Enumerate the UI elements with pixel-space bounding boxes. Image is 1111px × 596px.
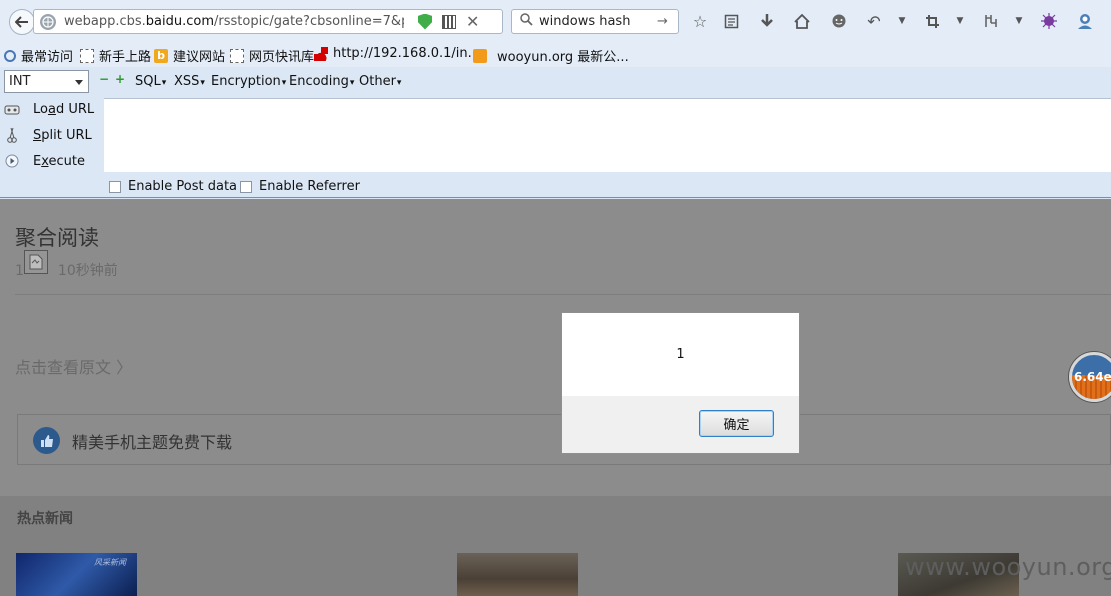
alert-body: 1 bbox=[562, 313, 799, 396]
chevron-down-icon[interactable]: ▼ bbox=[892, 11, 912, 31]
execute-button[interactable]: Execute bbox=[4, 150, 85, 172]
crop-icon[interactable] bbox=[922, 11, 942, 31]
chevron-right-icon: 〉 bbox=[116, 358, 133, 377]
home-icon[interactable] bbox=[792, 11, 812, 31]
alert-dialog: 1 确定 bbox=[561, 312, 800, 454]
back-button[interactable] bbox=[9, 9, 35, 35]
bookmark-web-slice[interactable]: 网页快讯库 bbox=[230, 46, 314, 65]
user-icon[interactable] bbox=[1075, 11, 1095, 31]
bookmark-suggested-sites[interactable]: b 建议网站 bbox=[154, 46, 225, 65]
url-textarea[interactable] bbox=[104, 98, 1111, 172]
star-icon[interactable]: ☆ bbox=[690, 11, 710, 31]
broken-image-icon bbox=[24, 250, 48, 274]
ok-button[interactable]: 确定 bbox=[699, 410, 774, 437]
undo-icon[interactable]: ↶ bbox=[864, 11, 884, 31]
bookmark-label: http://192.168.0.1/in... bbox=[333, 46, 481, 61]
bookmark-label: 新手上路 bbox=[99, 50, 152, 65]
enable-post-checkbox[interactable]: Enable Post data bbox=[109, 179, 237, 194]
chevron-down-icon[interactable]: ▼ bbox=[1009, 11, 1029, 31]
page-title: 聚合阅读 bbox=[15, 226, 99, 250]
chevron-down-icon bbox=[75, 80, 83, 85]
url-path: /rsstopic/gate?cbsonline=7&p=t&l bbox=[214, 14, 404, 29]
alert-message: 1 bbox=[676, 347, 685, 362]
virus-icon[interactable] bbox=[1039, 11, 1059, 31]
plus-icon[interactable]: + bbox=[115, 73, 125, 85]
bookmark-label: 建议网站 bbox=[173, 50, 226, 65]
bookmark-getting-started[interactable]: 新手上路 bbox=[80, 46, 151, 65]
hackbar-panel: INT − + SQL XSS Encryption Encoding Othe… bbox=[0, 67, 1111, 198]
url-prefix: webapp.cbs. bbox=[64, 14, 146, 29]
navigation-toolbar: webapp.cbs.baidu.com/rsstopic/gate?cbson… bbox=[0, 0, 1111, 42]
download-icon[interactable] bbox=[757, 11, 777, 31]
search-input[interactable]: windows hash bbox=[539, 14, 657, 29]
section-title: 热点新闻 bbox=[17, 511, 73, 527]
minus-icon[interactable]: − bbox=[99, 73, 109, 85]
enable-referrer-checkbox[interactable]: Enable Referrer bbox=[240, 179, 360, 194]
search-go-icon[interactable]: → bbox=[657, 14, 668, 29]
view-original-link[interactable]: 点击查看原文 〉 bbox=[15, 354, 132, 378]
bookmark-label: 网页快讯库 bbox=[249, 50, 315, 65]
news-thumbnail[interactable]: 风采新闻 bbox=[16, 553, 137, 596]
gear-icon bbox=[4, 49, 16, 62]
enable-post-label: Enable Post data bbox=[128, 179, 238, 194]
split-url-label: Split URL bbox=[33, 127, 92, 143]
back-arrow-icon bbox=[15, 16, 28, 28]
view-original-label: 点击查看原文 bbox=[15, 358, 112, 377]
url-bar[interactable]: webapp.cbs.baidu.com/rsstopic/gate?cbson… bbox=[33, 9, 503, 34]
load-url-icon bbox=[4, 102, 20, 116]
page-icon bbox=[80, 48, 94, 63]
menu-xss[interactable]: XSS bbox=[174, 74, 205, 89]
close-icon[interactable]: ✕ bbox=[466, 12, 479, 31]
bookmark-label: wooyun.org 最新公... bbox=[497, 50, 629, 65]
search-icon bbox=[520, 13, 533, 30]
checkbox[interactable] bbox=[240, 180, 252, 193]
thumbs-up-icon bbox=[33, 427, 60, 454]
rss-icon bbox=[473, 48, 487, 63]
huawei-icon bbox=[314, 46, 328, 61]
search-bar[interactable]: windows hash → bbox=[511, 9, 679, 34]
news-thumbnail[interactable] bbox=[457, 553, 578, 596]
load-url-button[interactable]: Load URL bbox=[4, 98, 94, 120]
load-url-label: Load URL bbox=[33, 101, 95, 117]
page-icon bbox=[230, 48, 244, 63]
type-select[interactable]: INT bbox=[4, 70, 89, 93]
bookmark-label: 最常访问 bbox=[21, 50, 74, 65]
menu-other[interactable]: Other bbox=[359, 74, 401, 89]
enable-referrer-label: Enable Referrer bbox=[259, 179, 360, 194]
divider bbox=[15, 294, 1111, 295]
speed-badge[interactable]: 6.64e bbox=[1069, 352, 1111, 402]
execute-label: Execute bbox=[33, 153, 85, 169]
split-url-button[interactable]: Split URL bbox=[4, 124, 92, 146]
bookmarks-toolbar: 最常访问 新手上路 b 建议网站 网页快讯库 http://192.168.0.1… bbox=[0, 42, 1111, 67]
menu-encoding[interactable]: Encoding bbox=[289, 74, 354, 89]
watermark: www.wooyun.org bbox=[905, 553, 1111, 581]
bookmark-router[interactable]: http://192.168.0.1/in... bbox=[314, 46, 480, 61]
menu-encryption[interactable]: Encryption bbox=[211, 74, 286, 89]
checkbox[interactable] bbox=[109, 180, 121, 193]
globe-icon bbox=[40, 13, 56, 30]
scissors-icon bbox=[4, 127, 20, 143]
qr-code-icon[interactable] bbox=[442, 14, 456, 29]
url-domain: baidu.com bbox=[145, 14, 215, 29]
security-shield-icon[interactable] bbox=[418, 13, 432, 30]
url-text[interactable]: webapp.cbs.baidu.com/rsstopic/gate?cbson… bbox=[64, 14, 404, 29]
reading-list-icon[interactable] bbox=[721, 11, 741, 31]
page-content: 聚合阅读 1 10秒钟前 点击查看原文 〉 精美手机主题免费下载 热点新闻 风采新… bbox=[0, 199, 1111, 596]
thumbnail-caption: 风采新闻 bbox=[94, 558, 126, 567]
extension-icon[interactable] bbox=[981, 11, 1001, 31]
chevron-down-icon[interactable]: ▼ bbox=[950, 11, 970, 31]
type-select-value: INT bbox=[9, 74, 31, 89]
chat-icon[interactable] bbox=[829, 11, 849, 31]
bing-icon: b bbox=[154, 48, 168, 63]
play-icon bbox=[4, 154, 20, 168]
bookmark-wooyun[interactable]: wooyun.org 最新公... bbox=[473, 46, 629, 65]
article-time: 10秒钟前 bbox=[57, 263, 118, 279]
menu-sql[interactable]: SQL bbox=[135, 74, 166, 89]
bookmark-most-visited[interactable]: 最常访问 bbox=[4, 46, 73, 65]
article-meta-prefix: 1 bbox=[15, 263, 24, 279]
speed-value: 6.64e bbox=[1074, 370, 1111, 384]
promo-text: 精美手机主题免费下载 bbox=[72, 433, 233, 452]
